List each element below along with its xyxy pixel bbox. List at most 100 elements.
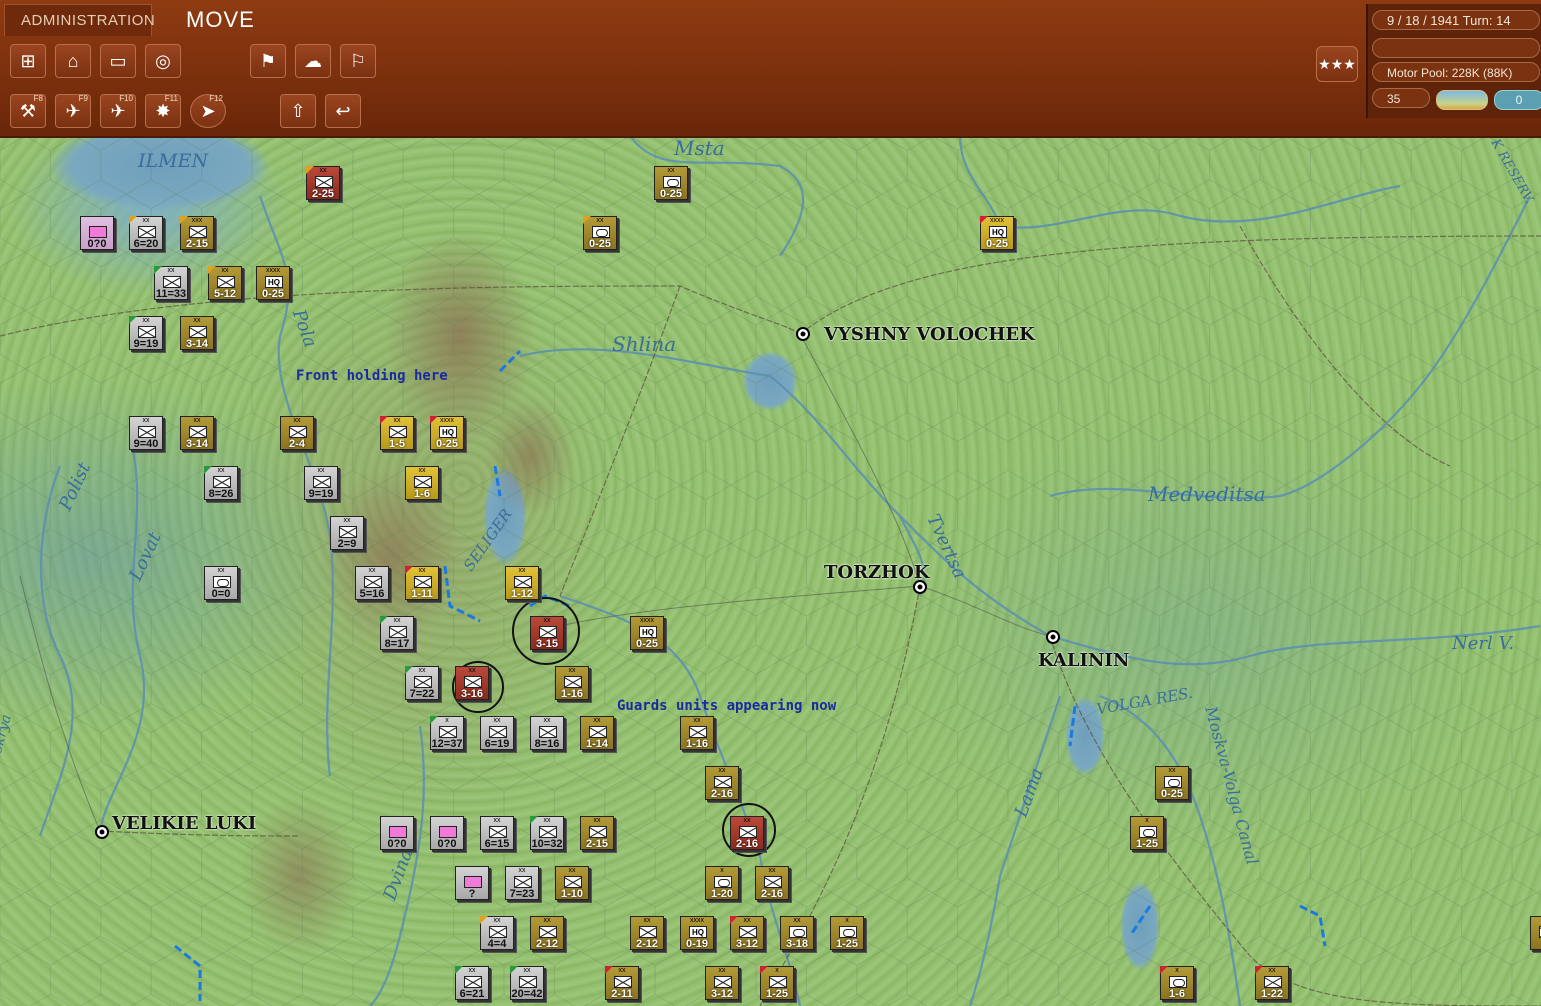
unit-strength: 3-12: [735, 938, 759, 950]
unit-counter[interactable]: xxx 2-15: [180, 216, 214, 250]
unit-counter[interactable]: x 1-25: [760, 966, 794, 1000]
administration-tab[interactable]: ADMINISTRATION: [4, 4, 155, 36]
reports-flag-button[interactable]: ⚑: [250, 44, 286, 78]
unit-strength: 6=21: [459, 988, 485, 1000]
unit-counter[interactable]: xx 0-25: [1155, 766, 1189, 800]
date-turn-readout: 9 / 18 / 1941 Turn: 14: [1372, 10, 1540, 30]
unit-counter[interactable]: xx 2-4: [280, 416, 314, 450]
infantry-icon: [639, 926, 657, 938]
hex-map[interactable]: VYSHNY VOLOCHEK TORZHOK KALININ VELIKIE …: [0, 136, 1541, 1006]
unit-counter[interactable]: xx 3-14: [180, 316, 214, 350]
unit-counter[interactable]: xx 20=42: [510, 966, 544, 1000]
zoom-target-button[interactable]: ◎: [145, 44, 181, 78]
unit-counter[interactable]: xx 2-16: [705, 766, 739, 800]
unit-counter[interactable]: xx 7=23: [505, 866, 539, 900]
unit-counter[interactable]: xxxx HQ 0-25: [630, 616, 664, 650]
unit-counter[interactable]: xx 2-15: [580, 816, 614, 850]
unit-counter[interactable]: xx 8=16: [530, 716, 564, 750]
unit-counter[interactable]: xx 1-10: [555, 866, 589, 900]
city-vyshny-volochek[interactable]: VYSHNY VOLOCHEK: [824, 324, 1035, 345]
unit-counter[interactable]: xx 6=21: [455, 966, 489, 1000]
mode-title: MOVE: [186, 7, 255, 32]
unit-counter[interactable]: xx 9=19: [304, 466, 338, 500]
unit-counter[interactable]: x 1-25: [830, 916, 864, 950]
industry-button[interactable]: ⌂: [55, 44, 91, 78]
unit-counter[interactable]: xx 2-11: [605, 966, 639, 1000]
unit-counter[interactable]: x 12=37: [430, 716, 464, 750]
unit-counter[interactable]: xx 5=16: [355, 566, 389, 600]
unit-counter[interactable]: xx 1-12: [505, 566, 539, 600]
unit-counter[interactable]: xx 0=0: [204, 566, 238, 600]
undo-button[interactable]: ↩: [325, 94, 361, 128]
upload-button[interactable]: ⇧: [280, 94, 316, 128]
city-velikie-luki[interactable]: VELIKIE LUKI: [112, 813, 256, 834]
unit-counter[interactable]: xx 3-14: [180, 416, 214, 450]
map-frame-button[interactable]: ▭: [100, 44, 136, 78]
unit-counter[interactable]: xx 0-25: [583, 216, 617, 250]
infantry-icon: [289, 426, 307, 438]
unit-counter[interactable]: xx 2-12: [530, 916, 564, 950]
unit-counter[interactable]: xxxx HQ 0-25: [430, 416, 464, 450]
unit-counter[interactable]: x 1-20: [705, 866, 739, 900]
airborne-button[interactable]: ✈ F9: [55, 94, 91, 128]
unit-strength: 3-16: [460, 688, 484, 700]
infantry-icon: [489, 726, 507, 738]
city-kalinin[interactable]: KALININ: [1038, 650, 1129, 671]
rating-stars-button[interactable]: ★★★: [1316, 46, 1358, 82]
unit-counter[interactable]: xx 2=9: [330, 516, 364, 550]
unit-size-label: xx: [593, 717, 601, 724]
unit-counter[interactable]: xx 6=20: [129, 216, 163, 250]
unit-counter[interactable]: 0?0: [80, 216, 114, 250]
weather-indicator[interactable]: [1436, 90, 1488, 110]
unit-counter[interactable]: xx 9=19: [129, 316, 163, 350]
unit-counter[interactable]: 0?0: [430, 816, 464, 850]
select-unit-button[interactable]: ⊞: [10, 44, 46, 78]
unit-counter[interactable]: xx 0-25: [654, 166, 688, 200]
unit-size-label: xx: [543, 817, 551, 824]
city-torzhok[interactable]: TORZHOK: [824, 562, 930, 583]
unit-counter[interactable]: xx 8=17: [380, 616, 414, 650]
unit-counter[interactable]: xx 2-16: [755, 866, 789, 900]
unit-counter[interactable]: xx 1-22: [1255, 966, 1289, 1000]
unit-counter[interactable]: xx 1-16: [680, 716, 714, 750]
unit-counter[interactable]: xx 3-18: [780, 916, 814, 950]
unit-counter[interactable]: xx 2-16: [730, 816, 764, 850]
ground-attack-button[interactable]: ⚒ F8: [10, 94, 46, 128]
unit-counter[interactable]: xxxx HQ 0-25: [256, 266, 290, 300]
unit-counter[interactable]: xx 6=15: [480, 816, 514, 850]
unit-counter[interactable]: x 1-25: [1130, 816, 1164, 850]
unit-counter[interactable]: xx 1-11: [405, 566, 439, 600]
unit-counter[interactable]: xx 11=33: [154, 266, 188, 300]
unit-counter[interactable]: xx 1-5: [380, 416, 414, 450]
unit-counter[interactable]: [1530, 916, 1541, 950]
move-mode-button[interactable]: ➤ F12: [190, 94, 226, 128]
unit-counter[interactable]: xx 6=19: [480, 716, 514, 750]
unit-counter[interactable]: x 1-6: [1160, 966, 1194, 1000]
unit-counter[interactable]: xx 2-12: [630, 916, 664, 950]
unit-counter[interactable]: ?: [455, 866, 489, 900]
unit-counter[interactable]: xx 1-6: [405, 466, 439, 500]
unit-counter[interactable]: xx 3-16: [455, 666, 489, 700]
air-strike-button[interactable]: ✈ F10: [100, 94, 136, 128]
unit-size-label: xx: [618, 967, 626, 974]
unit-counter[interactable]: xxxx HQ 0-25: [980, 216, 1014, 250]
unit-counter[interactable]: xx 9=40: [129, 416, 163, 450]
unit-counter[interactable]: xx 4=4: [480, 916, 514, 950]
unit-counter[interactable]: xx 3-12: [730, 916, 764, 950]
unit-counter[interactable]: xx 8=26: [204, 466, 238, 500]
unit-counter[interactable]: xx 3-12: [705, 966, 739, 1000]
unit-counter[interactable]: xx 1-16: [555, 666, 589, 700]
victory-flag-button[interactable]: ⚐: [340, 44, 376, 78]
unit-counter[interactable]: xx 3-15: [530, 616, 564, 650]
unit-counter[interactable]: xx 2-25: [306, 166, 340, 200]
unit-counter[interactable]: 0?0: [380, 816, 414, 850]
unit-counter[interactable]: xxxx HQ 0-19: [680, 916, 714, 950]
weather-button[interactable]: ☁: [295, 44, 331, 78]
unit-counter[interactable]: xx 5-12: [208, 266, 242, 300]
unit-counter[interactable]: xx 10=32: [530, 816, 564, 850]
unit-strength: 2=9: [337, 538, 357, 550]
unit-size-label: xx: [221, 267, 229, 274]
unit-counter[interactable]: xx 7=22: [405, 666, 439, 700]
unit-counter[interactable]: xx 1-14: [580, 716, 614, 750]
bombard-button[interactable]: ✸ F11: [145, 94, 181, 128]
